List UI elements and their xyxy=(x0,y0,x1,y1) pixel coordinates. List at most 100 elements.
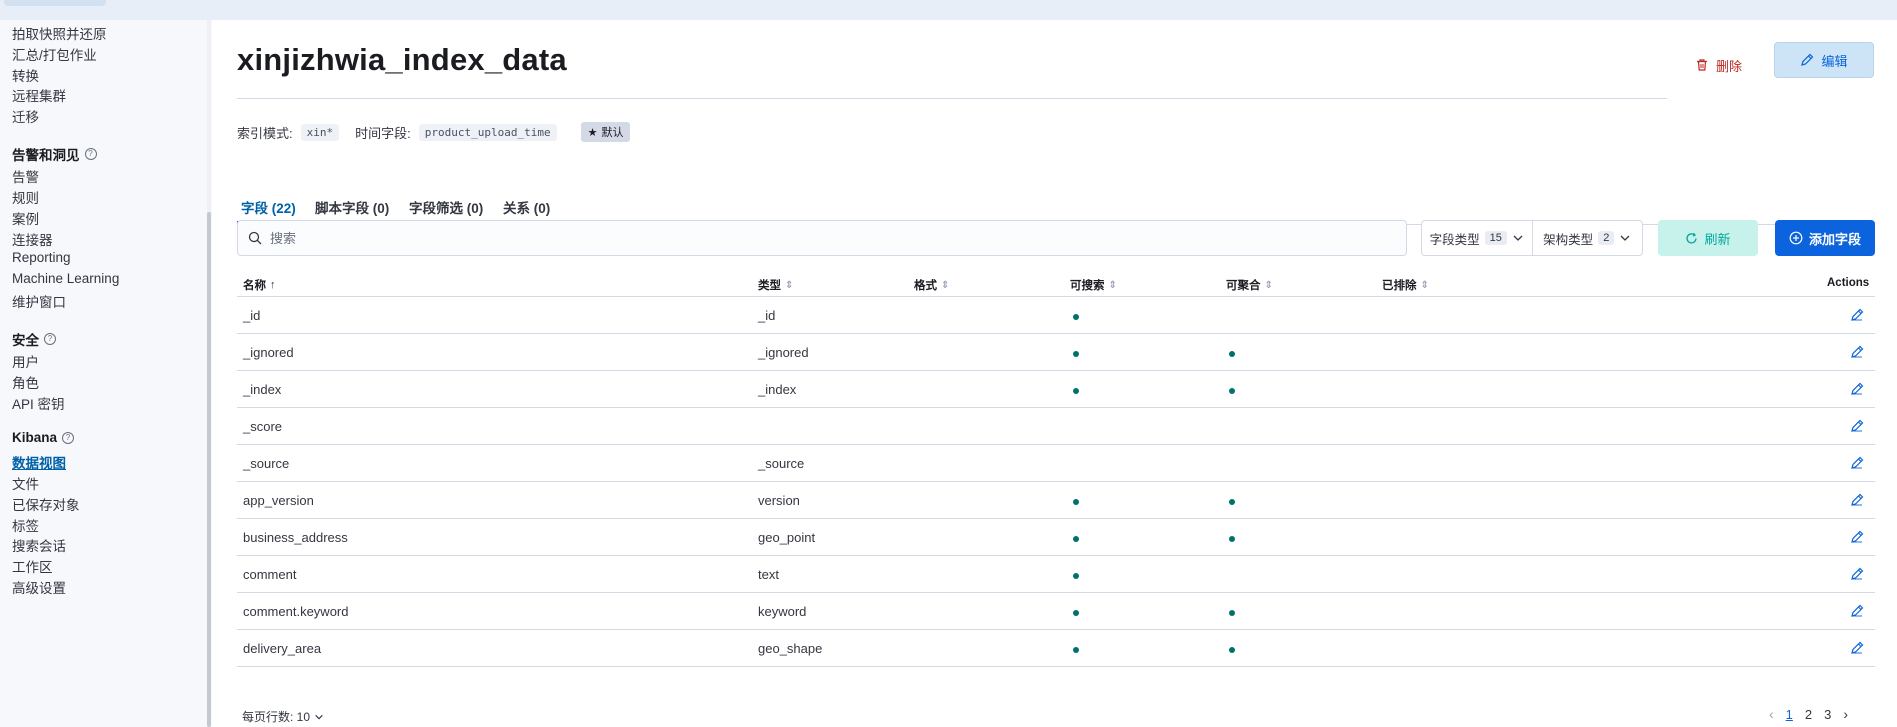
edit-button[interactable]: 编辑 xyxy=(1774,42,1874,78)
field-type: _id xyxy=(758,308,776,323)
sidebar-item-tags[interactable]: 标签 xyxy=(12,515,39,535)
help-icon[interactable]: ? xyxy=(44,333,56,345)
searchable-indicator-icon xyxy=(1073,647,1079,653)
schema-type-filter[interactable]: 架构类型 2 xyxy=(1531,221,1643,255)
aggregatable-indicator-icon xyxy=(1229,536,1235,542)
sidebar-item-users[interactable]: 用户 xyxy=(12,351,39,371)
searchable-indicator-icon xyxy=(1073,610,1079,616)
column-header-name[interactable]: 名称 ↑ xyxy=(243,277,276,293)
sidebar-item-roles[interactable]: 角色 xyxy=(12,372,39,392)
sidebar-item-connectors[interactable]: 连接器 xyxy=(12,229,53,249)
tab-field-filters[interactable]: 字段筛选 (0) xyxy=(409,197,483,217)
index-pattern-value: xin* xyxy=(300,123,340,141)
sidebar-item-files[interactable]: 文件 xyxy=(12,473,39,493)
sidebar-item-machine-learning[interactable]: Machine Learning xyxy=(12,271,119,286)
aggregatable-indicator-icon xyxy=(1229,388,1235,394)
top-tab[interactable] xyxy=(4,0,106,6)
sidebar-item-reporting[interactable]: Reporting xyxy=(12,250,71,265)
sidebar-item-data-views[interactable]: 数据视图 xyxy=(12,452,66,472)
sidebar-item-remote-clusters[interactable]: 远程集群 xyxy=(12,85,66,105)
field-type-count: 15 xyxy=(1484,231,1507,245)
aggregatable-indicator-icon xyxy=(1229,610,1235,616)
edit-field-icon[interactable] xyxy=(1849,307,1865,323)
table-row: comment.keyword keyword xyxy=(237,593,1875,630)
sidebar-item-migrate[interactable]: 迁移 xyxy=(12,106,39,126)
sidebar-group-alerts-insights: 告警和洞见 ? xyxy=(12,144,97,164)
previous-page-button[interactable]: ‹ xyxy=(1769,706,1774,722)
page-button-1[interactable]: 1 xyxy=(1786,707,1793,722)
sort-ascending-icon: ↑ xyxy=(270,279,276,291)
column-header-type[interactable]: 类型 ⇕ xyxy=(758,277,793,293)
edit-field-icon[interactable] xyxy=(1849,640,1865,656)
table-header: 名称 ↑ 类型 ⇕ 格式 ⇕ 可搜索 ⇕ 可聚合 ⇕ 已排除 ⇕ Actions xyxy=(237,269,1875,297)
table-row: app_version version xyxy=(237,482,1875,519)
column-header-format[interactable]: 格式 ⇕ xyxy=(914,277,949,293)
help-icon[interactable]: ? xyxy=(62,431,75,444)
refresh-button[interactable]: 刷新 xyxy=(1658,220,1758,256)
search-input[interactable] xyxy=(270,230,1370,246)
edit-button-label: 编辑 xyxy=(1821,53,1848,69)
sidebar-item-transforms[interactable]: 转换 xyxy=(12,65,39,85)
refresh-icon xyxy=(1686,232,1698,243)
filter-group: 字段类型 15 架构类型 2 xyxy=(1421,220,1643,256)
edit-field-icon[interactable] xyxy=(1849,492,1865,508)
sidebar-item-saved-objects[interactable]: 已保存对象 xyxy=(12,494,80,514)
sidebar-item-cases[interactable]: 案例 xyxy=(12,208,39,228)
sidebar-group-security: 安全 ? xyxy=(12,329,56,349)
field-type: _ignored xyxy=(758,345,809,360)
page-title: xinjizhwia_index_data xyxy=(237,42,567,77)
edit-field-icon[interactable] xyxy=(1849,418,1865,434)
edit-field-icon[interactable] xyxy=(1849,603,1865,619)
sidebar-item-spaces[interactable]: 工作区 xyxy=(12,556,53,576)
delete-button-label: 删除 xyxy=(1716,58,1743,74)
next-page-button[interactable]: › xyxy=(1843,706,1848,722)
sort-icon: ⇕ xyxy=(785,279,794,291)
help-icon[interactable]: ? xyxy=(84,148,97,160)
default-badge: ★ 默认 xyxy=(580,122,631,142)
edit-field-icon[interactable] xyxy=(1849,566,1865,582)
schema-type-filter-label: 架构类型 xyxy=(1543,232,1594,247)
tab-fields[interactable]: 字段 (22) xyxy=(241,197,296,217)
field-type: version xyxy=(758,493,800,508)
edit-field-icon[interactable] xyxy=(1849,344,1865,360)
add-field-button[interactable]: 添加字段 xyxy=(1775,220,1875,256)
chevron-down-icon xyxy=(315,714,323,719)
column-header-label: Actions xyxy=(1827,277,1870,289)
trash-icon xyxy=(1697,59,1707,71)
sidebar-item-snapshot-restore[interactable]: 拍取快照并还原 xyxy=(12,23,107,43)
column-header-excluded[interactable]: 已排除 ⇕ xyxy=(1382,277,1429,293)
top-bar xyxy=(0,0,1897,20)
star-icon: ★ xyxy=(587,126,598,139)
sidebar-item-maintenance-windows[interactable]: 维护窗口 xyxy=(12,291,66,311)
searchable-indicator-icon xyxy=(1073,573,1079,579)
sidebar-item-alerts[interactable]: 告警 xyxy=(12,166,39,186)
page-button-3[interactable]: 3 xyxy=(1824,707,1831,722)
searchable-indicator-icon xyxy=(1073,499,1079,505)
search-field[interactable] xyxy=(237,220,1407,256)
sidebar-item-rollup-jobs[interactable]: 汇总/打包作业 xyxy=(12,44,97,64)
delete-button[interactable]: 删除 xyxy=(1695,48,1742,82)
column-header-searchable[interactable]: 可搜索 ⇕ xyxy=(1070,277,1117,293)
field-name: _index xyxy=(243,382,282,397)
column-header-aggregatable[interactable]: 可聚合 ⇕ xyxy=(1226,277,1273,293)
sidebar-item-search-sessions[interactable]: 搜索会话 xyxy=(12,535,66,555)
field-name: comment.keyword xyxy=(243,604,349,619)
aggregatable-indicator-icon xyxy=(1229,499,1235,505)
edit-field-icon[interactable] xyxy=(1849,455,1865,471)
tab-scripted-fields[interactable]: 脚本字段 (0) xyxy=(315,197,389,217)
table-row: _id _id xyxy=(237,297,1875,334)
default-badge-label: 默认 xyxy=(601,127,624,139)
tab-relationships[interactable]: 关系 (0) xyxy=(503,197,550,217)
edit-field-icon[interactable] xyxy=(1849,381,1865,397)
sidebar-scrollbar-thumb[interactable] xyxy=(207,212,211,727)
sidebar-item-api-keys[interactable]: API 密钥 xyxy=(12,393,65,413)
field-name: delivery_area xyxy=(243,641,322,656)
schema-type-count: 2 xyxy=(1598,231,1615,245)
rows-per-page-selector[interactable]: 每页行数: 10 xyxy=(242,708,324,725)
edit-field-icon[interactable] xyxy=(1849,529,1865,545)
sidebar-item-rules[interactable]: 规则 xyxy=(12,187,39,207)
field-type-filter[interactable]: 字段类型 15 xyxy=(1422,221,1532,255)
page-button-2[interactable]: 2 xyxy=(1805,707,1812,722)
sidebar-item-advanced-settings[interactable]: 高级设置 xyxy=(12,577,66,597)
refresh-button-label: 刷新 xyxy=(1704,231,1731,247)
